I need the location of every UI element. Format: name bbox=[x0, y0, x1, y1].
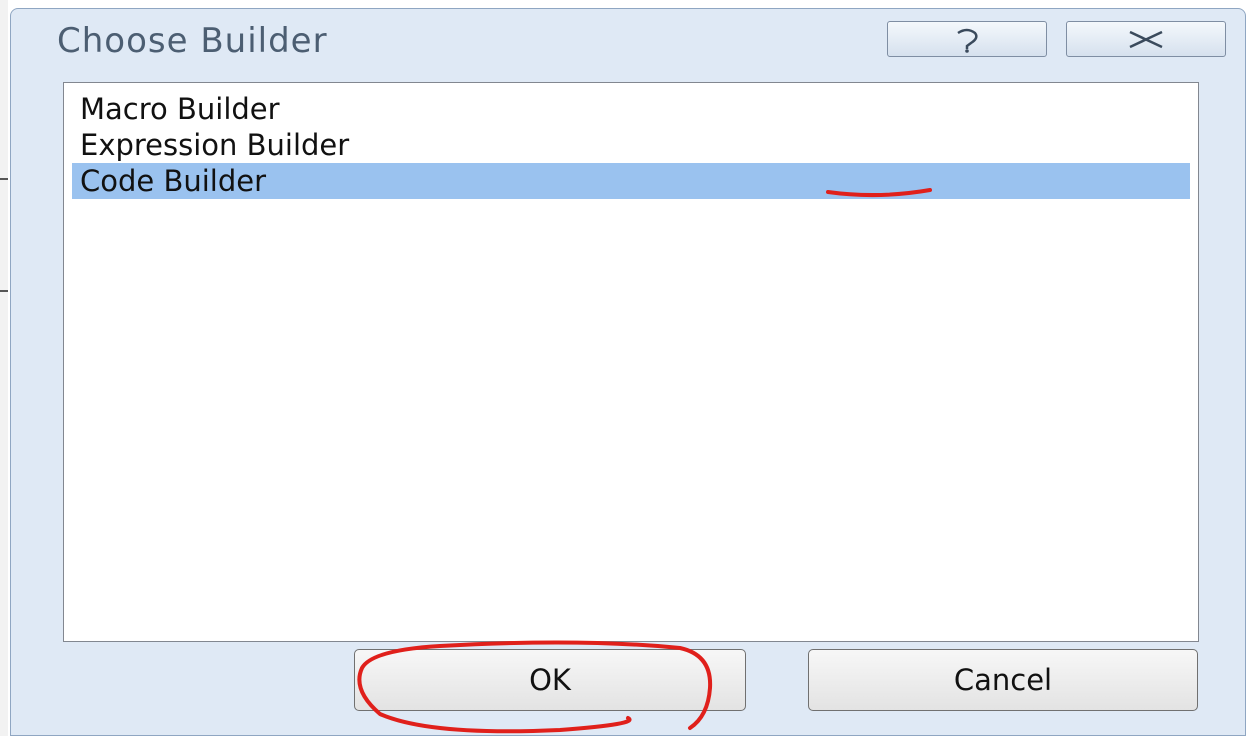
background-window-edge bbox=[0, 0, 8, 736]
title-bar: Choose Builder bbox=[11, 9, 1245, 75]
choose-builder-dialog: Choose Builder Macro Builder Expression … bbox=[10, 8, 1246, 736]
dialog-title: Choose Builder bbox=[57, 21, 328, 61]
list-item-macro-builder[interactable]: Macro Builder bbox=[72, 91, 1190, 127]
help-button[interactable] bbox=[887, 21, 1047, 57]
builder-listbox[interactable]: Macro Builder Expression Builder Code Bu… bbox=[63, 82, 1199, 642]
close-button[interactable] bbox=[1066, 21, 1226, 57]
cancel-button-label: Cancel bbox=[953, 663, 1053, 697]
list-item-expression-builder[interactable]: Expression Builder bbox=[72, 127, 1190, 163]
background-edge-mark bbox=[0, 290, 8, 292]
list-item-label: Expression Builder bbox=[80, 128, 350, 162]
background-edge-mark bbox=[0, 178, 8, 180]
ok-button[interactable]: OK bbox=[354, 649, 746, 711]
list-item-code-builder[interactable]: Code Builder bbox=[72, 163, 1190, 199]
cancel-button[interactable]: Cancel bbox=[808, 649, 1198, 711]
list-item-label: Macro Builder bbox=[80, 92, 280, 126]
help-question-icon bbox=[957, 28, 978, 53]
close-x-icon bbox=[1129, 30, 1163, 49]
ok-button-label: OK bbox=[529, 663, 571, 697]
list-item-label: Code Builder bbox=[80, 164, 267, 198]
